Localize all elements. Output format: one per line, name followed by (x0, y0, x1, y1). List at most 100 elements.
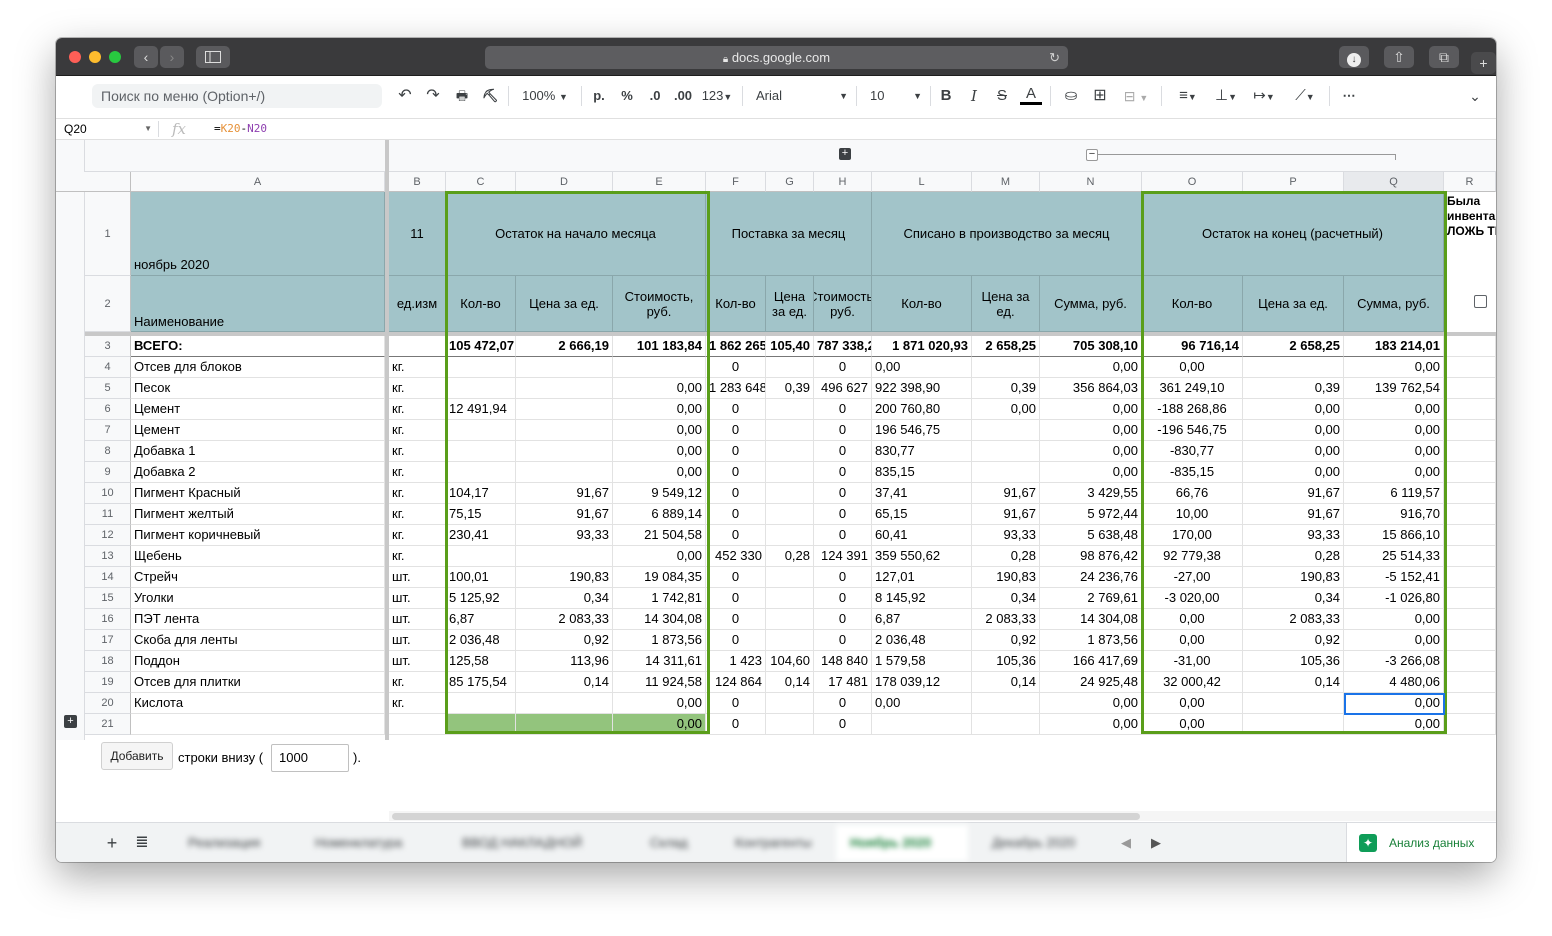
cell-m19[interactable]: 0,14 (972, 672, 1040, 693)
cell-c5[interactable] (446, 378, 516, 399)
menu-search-input[interactable]: Поиск по меню (Option+/) (92, 84, 382, 108)
column-header-b[interactable]: B (389, 172, 446, 192)
cell-o11[interactable]: 10,00 (1142, 504, 1243, 525)
column-header-g[interactable]: G (766, 172, 814, 192)
redo-icon[interactable]: ↷ (422, 85, 444, 107)
cell-n15[interactable]: 2 769,61 (1040, 588, 1142, 609)
cell-f17[interactable]: 0 (706, 630, 766, 651)
cell-g16[interactable] (766, 609, 814, 630)
cell-b18[interactable]: шт. (389, 651, 446, 672)
cell-n7[interactable]: 0,00 (1040, 420, 1142, 441)
cell[interactable] (1444, 588, 1496, 609)
cell-h20[interactable]: 0 (814, 693, 872, 714)
cell-l18[interactable]: 1 579,58 (872, 651, 972, 672)
cell-e7[interactable]: 0,00 (613, 420, 706, 441)
header-start-qty[interactable]: Кол-во (446, 276, 516, 332)
row-header[interactable]: 20 (85, 693, 131, 714)
cell-h16[interactable]: 0 (814, 609, 872, 630)
cell[interactable] (1444, 672, 1496, 693)
cell-f11[interactable]: 0 (706, 504, 766, 525)
cell-c18[interactable]: 125,58 (446, 651, 516, 672)
cell-m7[interactable] (972, 420, 1040, 441)
cell-g20[interactable] (766, 693, 814, 714)
cell-e6[interactable]: 0,00 (613, 399, 706, 420)
header-month-title[interactable]: ноябрь 2020 (131, 192, 385, 276)
text-rotation-icon[interactable]: ⟋▼ (1288, 85, 1322, 107)
font-select[interactable]: Arial ▼ (756, 85, 852, 107)
column-header-p[interactable]: P (1243, 172, 1344, 192)
bold-button[interactable]: B (936, 85, 956, 107)
cell-o19[interactable]: 32 000,42 (1142, 672, 1243, 693)
cell-f20[interactable]: 0 (706, 693, 766, 714)
cell-m15[interactable]: 0,34 (972, 588, 1040, 609)
cell-m5[interactable]: 0,39 (972, 378, 1040, 399)
cell-b14[interactable]: шт. (389, 567, 446, 588)
cell[interactable] (1444, 525, 1496, 546)
row-header[interactable]: 8 (85, 441, 131, 462)
cell-a21[interactable] (131, 714, 385, 735)
cell-f6[interactable]: 0 (706, 399, 766, 420)
cell-e13[interactable]: 0,00 (613, 546, 706, 567)
cell-h18[interactable]: 148 840 (814, 651, 872, 672)
cell-d5[interactable] (516, 378, 613, 399)
cell-g4[interactable] (766, 357, 814, 378)
cell-l3[interactable]: 1 871 020,93 (872, 336, 972, 357)
cell-f5[interactable]: 1 283 648 (706, 378, 766, 399)
cell-a15[interactable]: Уголки (131, 588, 385, 609)
row-header[interactable]: 18 (85, 651, 131, 672)
cell-d19[interactable]: 0,14 (516, 672, 613, 693)
undo-icon[interactable]: ↶ (394, 85, 416, 107)
text-wrap-icon[interactable]: ↦▼ (1248, 85, 1280, 107)
sheet-tab[interactable]: Склад (636, 825, 713, 861)
cell-e15[interactable]: 1 742,81 (613, 588, 706, 609)
reload-icon[interactable]: ↻ (1049, 46, 1060, 69)
header-group-supply[interactable]: Поставка за месяц (706, 192, 872, 276)
cell-d10[interactable]: 91,67 (516, 483, 613, 504)
cell-g10[interactable] (766, 483, 814, 504)
row-header[interactable]: 13 (85, 546, 131, 567)
cell-o13[interactable]: 92 779,38 (1142, 546, 1243, 567)
cell-g7[interactable] (766, 420, 814, 441)
cell-b13[interactable]: кг. (389, 546, 446, 567)
cell-e20[interactable]: 0,00 (613, 693, 706, 714)
cell-d9[interactable] (516, 462, 613, 483)
cell-b12[interactable]: кг. (389, 525, 446, 546)
cell-l7[interactable]: 196 546,75 (872, 420, 972, 441)
decrease-decimal-button[interactable]: .0 (644, 85, 666, 107)
cell-m14[interactable]: 190,83 (972, 567, 1040, 588)
cell-g19[interactable]: 0,14 (766, 672, 814, 693)
cell-n17[interactable]: 1 873,56 (1040, 630, 1142, 651)
cell-h5[interactable]: 496 627 (814, 378, 872, 399)
cell-m11[interactable]: 91,67 (972, 504, 1040, 525)
header-unit[interactable]: ед.изм (389, 276, 446, 332)
cell-p21[interactable] (1243, 714, 1344, 735)
cell-l10[interactable]: 37,41 (872, 483, 972, 504)
formula-input[interactable]: =K20-N20 (214, 119, 267, 139)
row-header[interactable]: 14 (85, 567, 131, 588)
header-end-sum[interactable]: Сумма, руб. (1344, 276, 1444, 332)
cell-m13[interactable]: 0,28 (972, 546, 1040, 567)
cell-l6[interactable]: 200 760,80 (872, 399, 972, 420)
cell-f9[interactable]: 0 (706, 462, 766, 483)
vertical-align-icon[interactable]: ⊥▼ (1210, 85, 1242, 107)
header-group-start-balance[interactable]: Остаток на начало месяца (446, 192, 706, 276)
inventory-checkbox[interactable] (1474, 295, 1487, 308)
cell-p18[interactable]: 105,36 (1243, 651, 1344, 672)
cell-q10[interactable]: 6 119,57 (1344, 483, 1444, 504)
borders-icon[interactable]: ⊞ (1089, 85, 1111, 107)
cell-a17[interactable]: Скоба для ленты (131, 630, 385, 651)
sheet-tab[interactable]: ВВОД НАКЛАДНОЙ (448, 825, 628, 861)
cell-e17[interactable]: 1 873,56 (613, 630, 706, 651)
cell-q9[interactable]: 0,00 (1344, 462, 1444, 483)
column-header-l[interactable]: L (872, 172, 972, 192)
cell-g18[interactable]: 104,60 (766, 651, 814, 672)
cell-m9[interactable] (972, 462, 1040, 483)
cell-q11[interactable]: 916,70 (1344, 504, 1444, 525)
column-header-d[interactable]: D (516, 172, 613, 192)
cell-h7[interactable]: 0 (814, 420, 872, 441)
cell-o12[interactable]: 170,00 (1142, 525, 1243, 546)
cell-e4[interactable] (613, 357, 706, 378)
cell-o14[interactable]: -27,00 (1142, 567, 1243, 588)
more-formats-button[interactable]: 123▼ (700, 85, 734, 107)
font-size-select[interactable]: 10 ▼ (870, 85, 922, 107)
